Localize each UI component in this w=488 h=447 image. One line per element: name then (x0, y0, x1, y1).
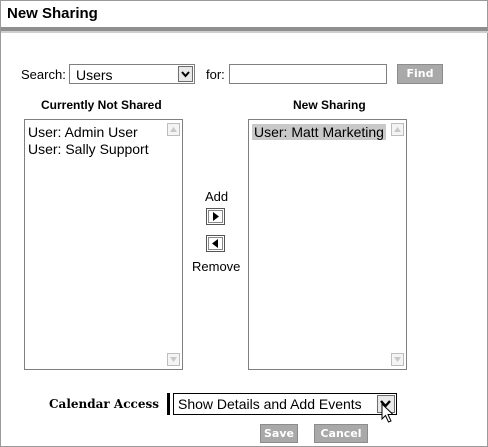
required-marker (167, 393, 170, 415)
scroll-up-icon[interactable] (391, 123, 404, 136)
for-label: for: (206, 67, 225, 82)
remove-label: Remove (192, 259, 241, 274)
calendar-access-label: Calendar Access (49, 397, 159, 411)
search-type-select[interactable]: Users (69, 64, 195, 84)
search-label: Search: (21, 67, 66, 82)
list-item[interactable]: User: Admin User (28, 124, 138, 140)
search-input[interactable] (229, 64, 387, 84)
new-sharing-dialog: New Sharing Search: Users for: Find Curr… (0, 0, 488, 447)
available-list[interactable]: User: Admin User User: Sally Support (24, 119, 183, 370)
search-type-value: Users (76, 67, 113, 83)
mouse-pointer-icon (381, 403, 395, 423)
save-button[interactable]: Save (260, 424, 298, 443)
shared-heading: New Sharing (293, 98, 366, 112)
scroll-up-icon[interactable] (167, 123, 180, 136)
calendar-access-select[interactable]: Show Details and Add Events (173, 393, 397, 415)
remove-button[interactable] (206, 235, 225, 252)
title-divider-shadow (1, 31, 488, 33)
play-right-icon (213, 212, 219, 221)
dialog-title: New Sharing (7, 5, 98, 22)
list-item-selected[interactable]: User: Matt Marketing (252, 124, 386, 140)
calendar-access-value: Show Details and Add Events (178, 396, 362, 412)
chevron-down-icon[interactable] (178, 66, 193, 82)
play-left-icon (212, 239, 218, 248)
add-label: Add (205, 189, 229, 204)
shared-list[interactable]: User: Matt Marketing (248, 119, 407, 370)
cancel-button[interactable]: Cancel (314, 424, 368, 443)
available-heading: Currently Not Shared (41, 98, 162, 112)
add-button[interactable] (206, 208, 225, 225)
find-button[interactable]: Find (397, 64, 443, 84)
scroll-down-icon[interactable] (167, 353, 180, 366)
list-item[interactable]: User: Sally Support (28, 141, 149, 157)
dialog-title-bar: New Sharing (1, 1, 487, 25)
scroll-down-icon[interactable] (391, 353, 404, 366)
